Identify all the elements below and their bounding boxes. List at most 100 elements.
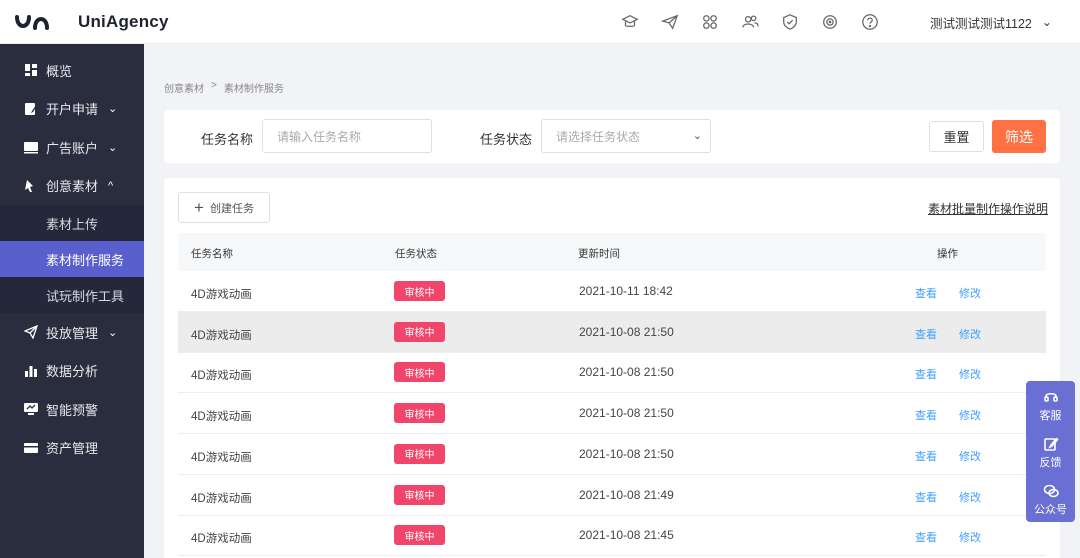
monitor-icon <box>24 402 38 416</box>
edit-link[interactable]: 修改 <box>959 366 981 382</box>
headset-icon <box>1043 392 1058 402</box>
sidebar-item-label: 智能预警 <box>46 402 99 418</box>
reset-button[interactable]: 重置 <box>929 121 984 152</box>
status-badge: 审核中 <box>394 484 445 505</box>
view-link[interactable]: 查看 <box>915 366 937 382</box>
edit-icon <box>24 102 38 116</box>
edit-link[interactable]: 修改 <box>959 407 981 423</box>
table-row: 4D游戏动画 审核中 2021-10-08 21:45 查看 修改 <box>178 515 1046 557</box>
top-bar: UniAgency 测试测试测试1122 ⌄ <box>0 0 1080 44</box>
help-icon[interactable] <box>850 0 890 44</box>
edit-link[interactable]: 修改 <box>959 285 981 301</box>
column-header-name: 任务名称 <box>191 248 233 260</box>
bar-chart-icon <box>24 364 38 378</box>
ad-icon <box>24 140 38 154</box>
target-icon[interactable] <box>810 0 850 44</box>
status-badge: 审核中 <box>394 321 445 342</box>
sidebar-item-label: 概览 <box>46 63 73 79</box>
task-name-placeholder: 请输入任务名称 <box>277 129 362 144</box>
task-panel: + 创建任务 素材批量制作操作说明 任务名称 任务状态 更新时间 操作 4D游戏… <box>164 178 1060 558</box>
chevron-down-icon: ⌄ <box>1041 15 1052 29</box>
user-menu[interactable]: 测试测试测试1122 ⌄ <box>930 0 1052 44</box>
create-task-label: 创建任务 <box>209 202 254 215</box>
update-time-cell: 2021-10-08 21:49 <box>579 487 674 502</box>
filter-button[interactable]: 筛选 <box>992 120 1046 153</box>
view-link[interactable]: 查看 <box>915 407 937 423</box>
task-name-cell: 4D游戏动画 <box>191 533 252 546</box>
create-task-button[interactable]: + 创建任务 <box>178 192 270 223</box>
edit-link[interactable]: 修改 <box>959 448 981 464</box>
status-badge: 审核中 <box>394 281 445 301</box>
sidebar-item-assets[interactable]: 资产管理 <box>0 429 144 468</box>
chevron-up-icon: ^ <box>108 179 114 192</box>
status-badge: 审核中 <box>394 403 445 424</box>
apps-grid-icon[interactable] <box>690 0 730 44</box>
sidebar-item-label: 开户申请 <box>46 102 99 118</box>
task-status-select[interactable]: 请选择任务状态 ⌄ <box>541 119 711 153</box>
view-link[interactable]: 查看 <box>915 489 937 505</box>
edit-link[interactable]: 修改 <box>959 326 981 342</box>
view-link[interactable]: 查看 <box>915 529 937 545</box>
send-icon <box>24 325 38 340</box>
paper-plane-icon[interactable] <box>650 0 690 44</box>
column-header-status: 任务状态 <box>395 248 437 260</box>
breadcrumb-item[interactable]: 创意素材 <box>164 80 204 95</box>
sidebar-item-label: 数据分析 <box>46 364 99 380</box>
feedback-button[interactable]: 反馈 <box>1026 429 1075 476</box>
official-account-button[interactable]: 公众号 <box>1026 476 1075 523</box>
status-badge: 审核中 <box>394 525 445 546</box>
logo[interactable]: UniAgency <box>14 12 169 32</box>
chevron-down-icon: ⌄ <box>108 326 118 339</box>
sidebar-item-label: 资产管理 <box>46 441 99 457</box>
graduation-cap-icon[interactable] <box>610 0 650 44</box>
batch-production-help-link[interactable]: 素材批量制作操作说明 <box>928 200 1048 217</box>
sidebar: 概览 开户申请 ⌄ 广告账户 ⌄ 创意素材 ^ 素材上传 素材制作服务 试玩制作… <box>0 44 144 558</box>
shield-icon[interactable] <box>770 0 810 44</box>
sidebar-sub-label: 素材制作服务 <box>46 252 125 268</box>
sidebar-item-label: 投放管理 <box>46 325 99 341</box>
task-status-placeholder: 请选择任务状态 <box>556 129 641 144</box>
chevron-down-icon: ⌄ <box>692 130 702 142</box>
task-name-cell: 4D游戏动画 <box>191 451 252 464</box>
view-link[interactable]: 查看 <box>915 326 937 342</box>
float-label: 客服 <box>1039 409 1062 422</box>
update-time-cell: 2021-10-08 21:45 <box>579 528 674 543</box>
sidebar-sub-playable-tool[interactable]: 试玩制作工具 <box>0 277 144 313</box>
edit-link[interactable]: 修改 <box>959 529 981 545</box>
users-icon[interactable] <box>730 0 770 44</box>
status-badge: 审核中 <box>394 362 445 383</box>
sidebar-item-analytics[interactable]: 数据分析 <box>0 352 144 391</box>
sidebar-sub-label: 试玩制作工具 <box>46 288 125 304</box>
view-link[interactable]: 查看 <box>915 285 937 301</box>
sidebar-sub-upload[interactable]: 素材上传 <box>0 205 144 241</box>
view-link[interactable]: 查看 <box>915 448 937 464</box>
update-time-cell: 2021-10-08 21:50 <box>579 365 674 380</box>
float-label: 反馈 <box>1039 456 1062 469</box>
update-time-cell: 2021-10-11 18:42 <box>579 284 673 298</box>
sidebar-sub-production-service[interactable]: 素材制作服务 <box>0 241 144 277</box>
floating-toolbar: 客服 反馈 公众号 <box>1026 381 1075 522</box>
sidebar-sub-label: 素材上传 <box>46 216 99 232</box>
table-row: 4D游戏动画 审核中 2021-10-08 21:50 查看 修改 <box>178 311 1046 353</box>
sidebar-item-account-apply[interactable]: 开户申请 ⌄ <box>0 90 144 129</box>
logo-mark-icon <box>15 14 49 30</box>
table-row: 4D游戏动画 审核中 2021-10-08 21:49 查看 修改 <box>178 475 1046 516</box>
column-header-actions: 操作 <box>937 248 958 260</box>
task-name-input[interactable]: 请输入任务名称 <box>262 119 432 153</box>
feedback-icon <box>1043 436 1059 451</box>
sidebar-item-alerts[interactable]: 智能预警 <box>0 390 144 429</box>
wechat-icon <box>1043 484 1059 497</box>
plus-icon: + <box>194 198 204 217</box>
sidebar-item-ad-account[interactable]: 广告账户 ⌄ <box>0 128 144 167</box>
update-time-cell: 2021-10-08 21:50 <box>579 406 674 421</box>
table-row: 4D游戏动画 审核中 2021-10-11 18:42 查看 修改 <box>178 271 1046 312</box>
sidebar-item-delivery[interactable]: 投放管理 ⌄ <box>0 313 144 352</box>
edit-link[interactable]: 修改 <box>959 489 981 505</box>
sidebar-item-creative[interactable]: 创意素材 ^ <box>0 167 144 206</box>
wallet-icon <box>24 441 38 455</box>
customer-service-button[interactable]: 客服 <box>1026 382 1075 429</box>
sidebar-item-overview[interactable]: 概览 <box>0 51 144 90</box>
task-status-label: 任务状态 <box>480 132 533 147</box>
breadcrumb-separator: > <box>211 80 217 91</box>
table-row: 4D游戏动画 审核中 2021-10-08 21:50 查看 修改 <box>178 352 1046 394</box>
